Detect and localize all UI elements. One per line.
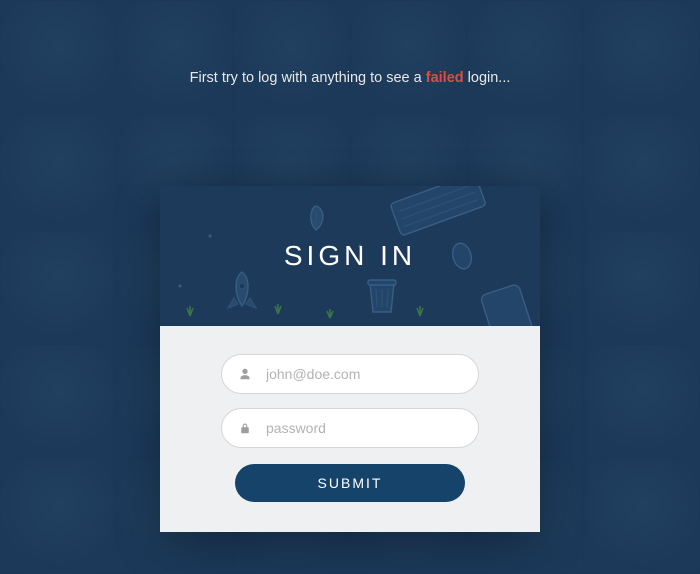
card-title: SIGN IN: [284, 240, 416, 272]
instruction-text: First try to log with anything to see a …: [190, 70, 511, 86]
email-field[interactable]: [266, 366, 462, 382]
submit-button[interactable]: SUBMIT: [235, 464, 465, 502]
card-header: SIGN IN: [160, 186, 540, 326]
user-icon: [238, 367, 252, 381]
signin-card: SIGN IN SUBMIT: [160, 186, 540, 532]
password-input-wrap[interactable]: [221, 408, 479, 448]
card-body: SUBMIT: [160, 326, 540, 532]
email-input-wrap[interactable]: [221, 354, 479, 394]
lock-icon: [238, 421, 252, 435]
instruction-highlight: failed: [426, 70, 464, 86]
password-field[interactable]: [266, 420, 462, 436]
instruction-suffix: login...: [464, 70, 511, 86]
instruction-prefix: First try to log with anything to see a: [190, 70, 426, 86]
